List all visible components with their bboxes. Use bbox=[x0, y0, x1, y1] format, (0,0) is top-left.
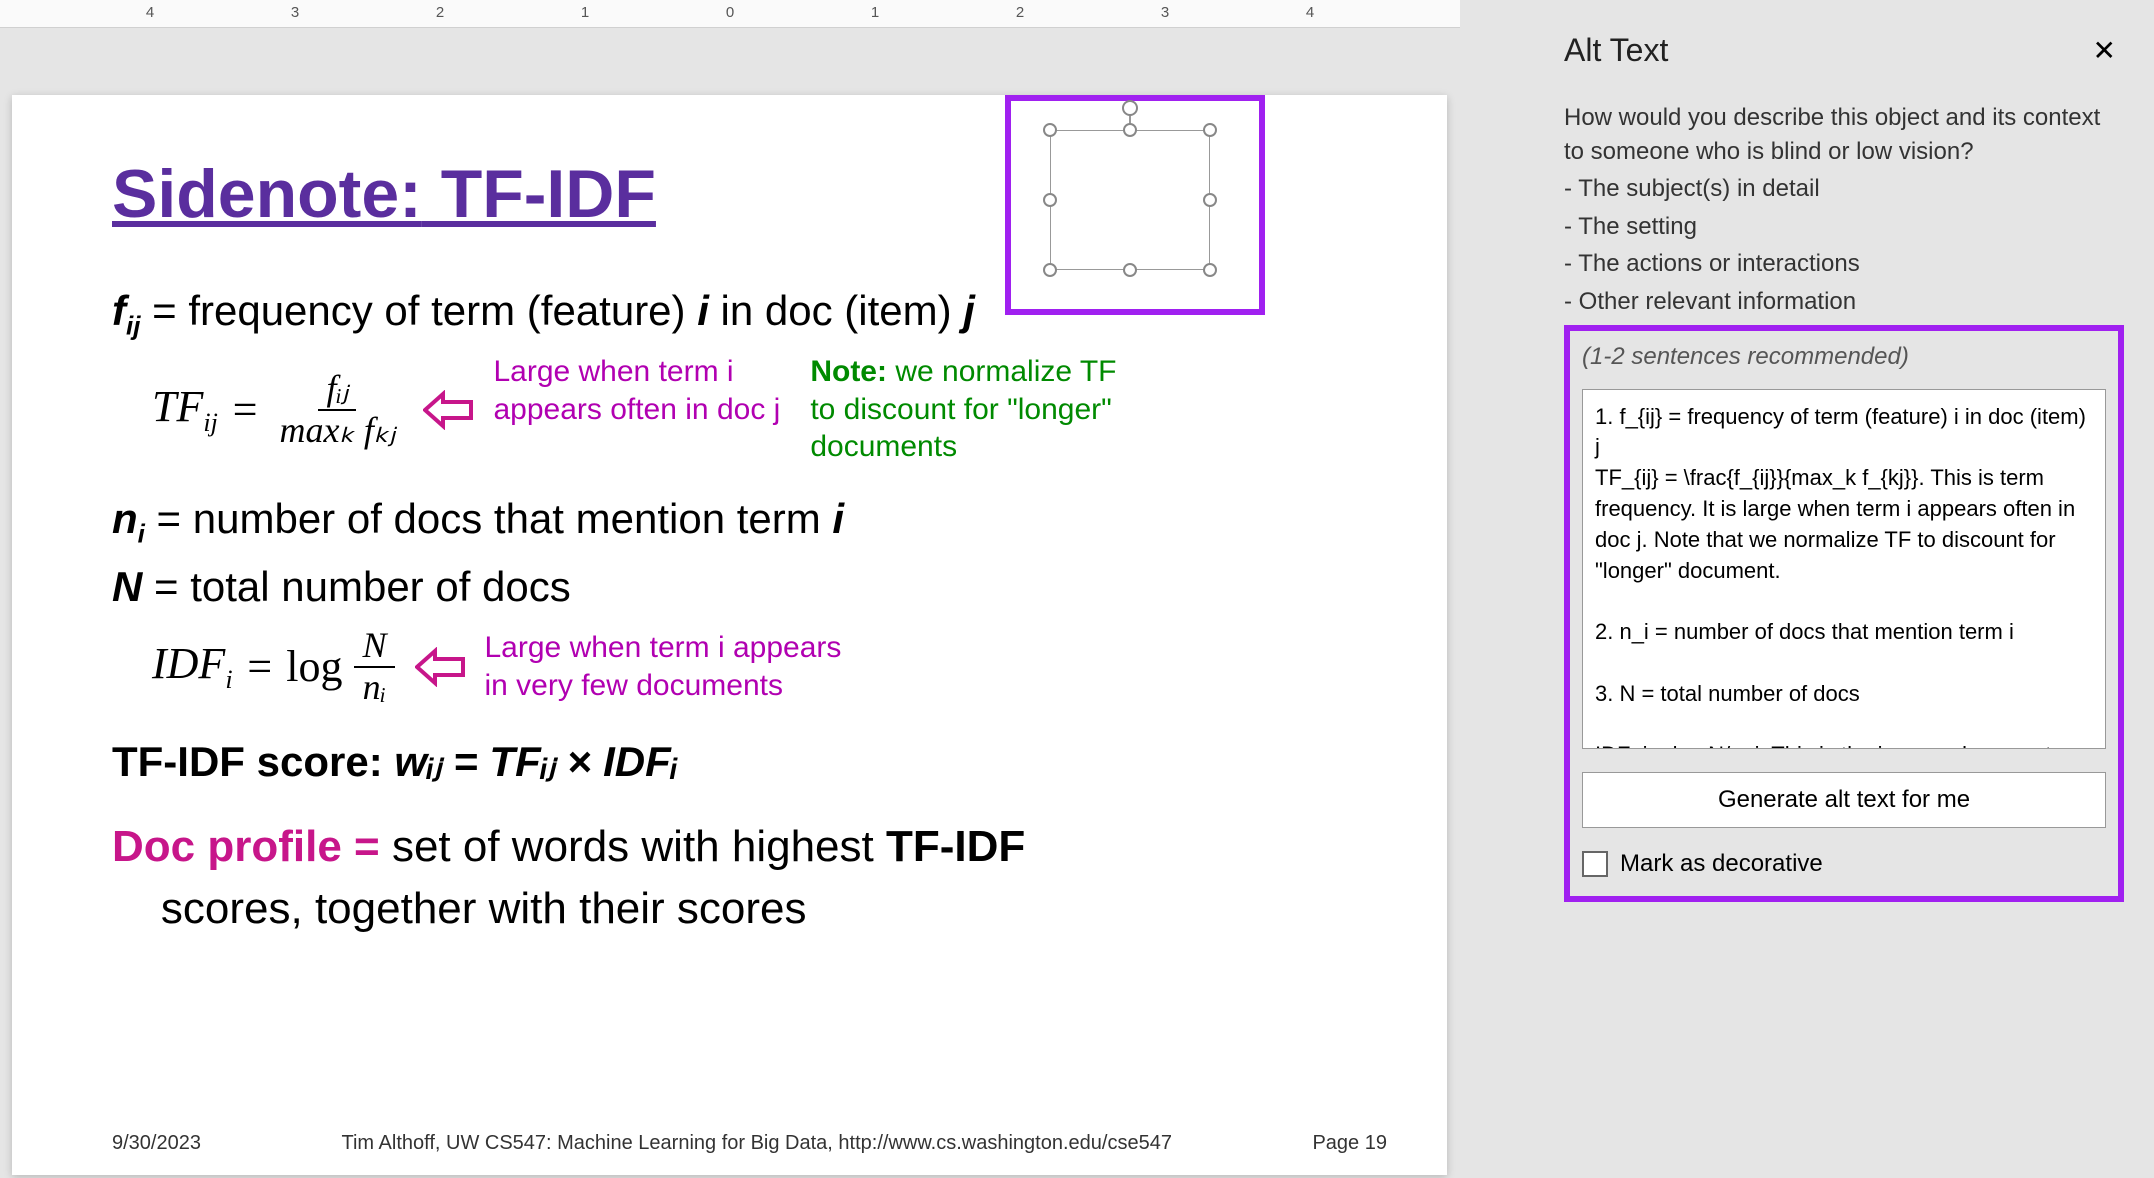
horizontal-ruler: 4 3 2 1 0 1 2 3 4 bbox=[0, 0, 1460, 28]
pane-bullet: - The actions or interactions bbox=[1564, 247, 2124, 281]
arrow-left-icon bbox=[423, 390, 473, 430]
tf-green-label: Note: bbox=[810, 355, 887, 388]
tfidf-score-line: TF-IDF score: wᵢⱼ = TFᵢⱼ × IDFᵢ bbox=[112, 737, 1347, 786]
tf-annotation-purple: Large when term i appears often in doc j bbox=[493, 353, 780, 428]
tf-numerator: fᵢⱼ bbox=[318, 369, 356, 411]
definition-fij: fij = frequency of term (feature) i in d… bbox=[112, 283, 1347, 343]
ruler-mark: 2 bbox=[1016, 4, 1024, 21]
pane-bullet: - The subject(s) in detail bbox=[1564, 172, 2124, 206]
recommendation-text: (1-2 sentences recommended) bbox=[1582, 343, 2106, 371]
tf-fraction: fᵢⱼ maxₖ fₖⱼ bbox=[272, 369, 404, 450]
close-icon: ✕ bbox=[2093, 35, 2116, 66]
title-part-2: TF-IDF bbox=[422, 156, 656, 232]
idf-formula-row: IDFi = log N nᵢ Large when term i appear… bbox=[152, 626, 1347, 707]
tf-sub: ij bbox=[203, 408, 217, 437]
idf-log: log bbox=[286, 641, 342, 692]
alt-text-input[interactable] bbox=[1582, 389, 2106, 749]
idf-annot-1: Large when term i appears bbox=[485, 631, 842, 664]
close-button[interactable]: ✕ bbox=[2085, 30, 2124, 71]
tf-eq: = bbox=[230, 384, 260, 435]
score-label: TF-IDF score: bbox=[112, 738, 394, 785]
resize-handle-icon[interactable] bbox=[1123, 263, 1137, 277]
doc-profile-line: Doc profile = set of words with highest … bbox=[112, 816, 1347, 939]
idf-annotation: Large when term i appears in very few do… bbox=[485, 629, 842, 704]
resize-handle-icon[interactable] bbox=[1203, 123, 1217, 137]
resize-handle-icon[interactable] bbox=[1043, 193, 1057, 207]
resize-handle-icon[interactable] bbox=[1043, 123, 1057, 137]
ruler-mark: 4 bbox=[1306, 4, 1314, 21]
tf-lhs: TF bbox=[152, 382, 203, 431]
footer-page: Page 19 bbox=[1312, 1132, 1387, 1155]
decorative-checkbox[interactable] bbox=[1582, 851, 1608, 877]
arrow-left-icon bbox=[415, 647, 465, 687]
slide-canvas[interactable]: Sidenote: TF-IDF fij = frequency of term… bbox=[12, 95, 1447, 1175]
generate-alt-text-button[interactable]: Generate alt text for me bbox=[1582, 772, 2106, 828]
tf-denominator: maxₖ fₖⱼ bbox=[272, 411, 404, 451]
mark-decorative-row[interactable]: Mark as decorative bbox=[1582, 850, 2106, 878]
decorative-label: Mark as decorative bbox=[1620, 850, 1823, 878]
definition-ni: ni = number of docs that mention term i bbox=[112, 491, 1347, 551]
tf-formula: TFij = fᵢⱼ maxₖ fₖⱼ bbox=[152, 369, 403, 450]
ruler-inner: 4 3 2 1 0 1 2 3 4 bbox=[0, 0, 1460, 27]
idf-annot-2: in very few documents bbox=[485, 669, 783, 702]
idf-sub: i bbox=[225, 665, 232, 694]
ruler-mark: 1 bbox=[581, 4, 589, 21]
ruler-mark: 3 bbox=[1161, 4, 1169, 21]
ruler-mark: 2 bbox=[436, 4, 444, 21]
slide-footer: 9/30/2023 Tim Althoff, UW CS547: Machine… bbox=[112, 1132, 1387, 1155]
alt-text-pane: Alt Text ✕ How would you describe this o… bbox=[1534, 0, 2154, 1178]
ruler-mark: 0 bbox=[726, 4, 734, 21]
tf-annot-2: appears often in doc j bbox=[493, 393, 780, 426]
score-formula: wᵢⱼ = TFᵢⱼ × IDFᵢ bbox=[394, 738, 678, 785]
doc-profile-label: Doc profile = bbox=[112, 822, 392, 871]
pane-description: How would you describe this object and i… bbox=[1564, 101, 2124, 168]
idf-eq: = bbox=[245, 641, 275, 692]
pane-title: Alt Text bbox=[1564, 32, 1668, 69]
resize-handle-icon[interactable] bbox=[1203, 263, 1217, 277]
definition-N: N = total number of docs bbox=[112, 559, 1347, 616]
rotation-handle-icon[interactable] bbox=[1122, 100, 1138, 116]
tf-annot-1: Large when term i bbox=[493, 355, 733, 388]
doc-profile-text-1: set of words with highest bbox=[392, 822, 886, 871]
object-selection[interactable] bbox=[1050, 130, 1210, 270]
ruler-mark: 1 bbox=[871, 4, 879, 21]
idf-denominator: nᵢ bbox=[355, 668, 395, 708]
ruler-mark: 3 bbox=[291, 4, 299, 21]
pane-header: Alt Text ✕ bbox=[1564, 30, 2124, 71]
ruler-mark: 4 bbox=[146, 4, 154, 21]
pane-bullet: - The setting bbox=[1564, 210, 2124, 244]
pane-bullet: - Other relevant information bbox=[1564, 285, 2124, 319]
title-part-1: Sidenote: bbox=[112, 156, 422, 232]
doc-profile-bold: TF-IDF bbox=[886, 822, 1025, 871]
footer-date: 9/30/2023 bbox=[112, 1132, 201, 1155]
resize-handle-icon[interactable] bbox=[1043, 263, 1057, 277]
idf-formula: IDFi = log N nᵢ bbox=[152, 626, 395, 707]
tf-annotation-green: Note: we normalize TF to discount for "l… bbox=[810, 353, 1130, 466]
resize-handle-icon[interactable] bbox=[1203, 193, 1217, 207]
alt-text-highlight-region: (1-2 sentences recommended) Generate alt… bbox=[1564, 325, 2124, 902]
resize-handle-icon[interactable] bbox=[1123, 123, 1137, 137]
idf-fraction: N nᵢ bbox=[354, 626, 394, 707]
tf-formula-row: TFij = fᵢⱼ maxₖ fₖⱼ Large when term i ap… bbox=[152, 353, 1347, 466]
doc-profile-text-2: scores, together with their scores bbox=[149, 884, 807, 933]
footer-center: Tim Althoff, UW CS547: Machine Learning … bbox=[342, 1132, 1172, 1155]
idf-numerator: N bbox=[354, 626, 394, 668]
idf-lhs: IDF bbox=[152, 639, 225, 688]
